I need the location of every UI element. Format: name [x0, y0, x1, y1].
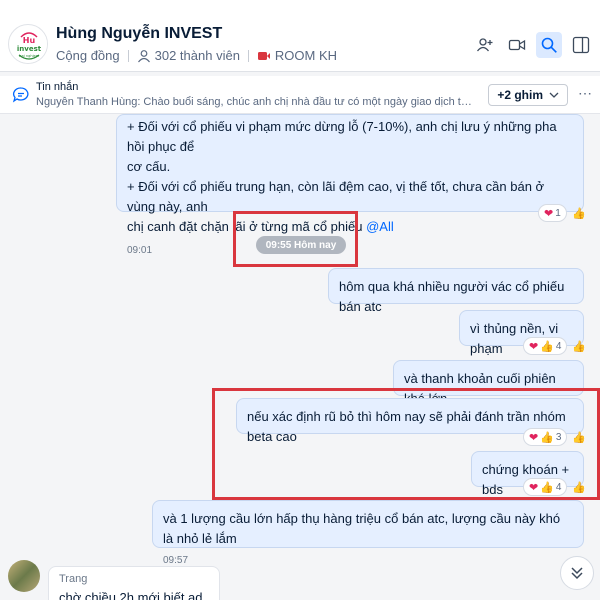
user-icon [137, 49, 151, 63]
pin-options-button[interactable]: ⋯ [578, 85, 592, 102]
like-button[interactable]: 👍 [570, 337, 588, 355]
search-button[interactable] [536, 32, 562, 58]
sender-name[interactable]: Trang [59, 573, 209, 585]
scroll-to-bottom-button[interactable] [560, 556, 594, 590]
heart-icon: ❤ [529, 340, 539, 353]
member-count[interactable]: 302 thành viên [155, 48, 240, 63]
incoming-message-bubble[interactable]: Trang chờ chiều 2h mới biết ad nhỉ? [48, 566, 220, 600]
reaction-summary[interactable]: ❤ 👍 4 [523, 337, 568, 355]
chevron-down-icon [549, 92, 559, 98]
header-actions [472, 32, 594, 58]
message-text: và 1 lượng cầu lớn hấp thụ hàng triệu cổ… [163, 511, 561, 546]
message-icon [12, 87, 29, 103]
toggle-panel-button[interactable] [568, 32, 594, 58]
like-button[interactable]: 👍 [570, 204, 588, 222]
add-member-icon [476, 38, 493, 52]
mention-all[interactable]: @All [366, 219, 394, 234]
pinned-title: Tin nhắn [36, 81, 79, 93]
meta-divider [247, 49, 249, 62]
video-call-icon [508, 39, 526, 51]
layout-icon [572, 36, 590, 54]
message-bubble[interactable]: và 1 lượng cầu lớn hấp thụ hàng triệu cổ… [152, 500, 584, 566]
add-member-button[interactable] [472, 32, 498, 58]
sender-avatar[interactable] [8, 560, 40, 592]
avatar-text-1: Hu [23, 36, 36, 45]
community-label: Cộng đồng [56, 48, 120, 63]
message-time: 09:57 [163, 555, 189, 566]
reaction-count: 1 [555, 207, 561, 219]
message-line: + Đối với cổ phiếu vi phạm mức dừng lỗ (… [127, 119, 557, 154]
reaction-count: 4 [555, 340, 562, 352]
thumbs-up-outline-icon: 👍 [572, 340, 586, 353]
heart-icon: ❤ [544, 207, 554, 220]
highlight-box-time [233, 211, 358, 267]
more-pins-button[interactable]: +2 ghim [488, 84, 568, 106]
search-icon [541, 37, 557, 53]
pinned-preview[interactable]: Nguyễn Thanh Hùng: Chào buổi sáng, chúc … [36, 96, 476, 108]
room-tag-icon [257, 50, 271, 62]
pinned-message-bar[interactable]: Tin nhắn Nguyễn Thanh Hùng: Chào buổi sá… [0, 76, 600, 114]
more-pins-label: +2 ghim [497, 88, 543, 102]
message-text: chờ chiều 2h mới biết ad nhỉ? [59, 590, 203, 600]
avatar-text-2: invest [17, 45, 42, 53]
thumbs-up-outline-icon: 👍 [572, 207, 586, 220]
meta-divider [127, 49, 129, 62]
thumbs-up-icon: 👍 [540, 340, 554, 353]
room-label[interactable]: ROOM KH [275, 48, 337, 63]
group-title[interactable]: Hùng Nguyễn INVEST [56, 25, 222, 43]
video-call-button[interactable] [504, 32, 530, 58]
message-bubble[interactable]: + Đối với cổ phiếu vi phạm mức dừng lỗ (… [116, 114, 584, 256]
group-logo-icon: Hu invest trai nghiem [10, 26, 47, 63]
highlight-box-messages [212, 388, 600, 500]
group-meta: Cộng đồng 302 thành viên ROOM KH [56, 48, 337, 63]
double-chevron-down-icon [571, 567, 583, 580]
reaction-summary[interactable]: ❤ 1 [538, 204, 567, 222]
message-bubble[interactable]: hôm qua khá nhiều người vác cổ phiếu bán… [328, 268, 584, 314]
chat-header: Hu invest trai nghiem Hùng Nguyễn INVEST… [0, 0, 600, 72]
group-avatar[interactable]: Hu invest trai nghiem [8, 24, 48, 64]
message-line: cơ cấu. [127, 159, 171, 174]
